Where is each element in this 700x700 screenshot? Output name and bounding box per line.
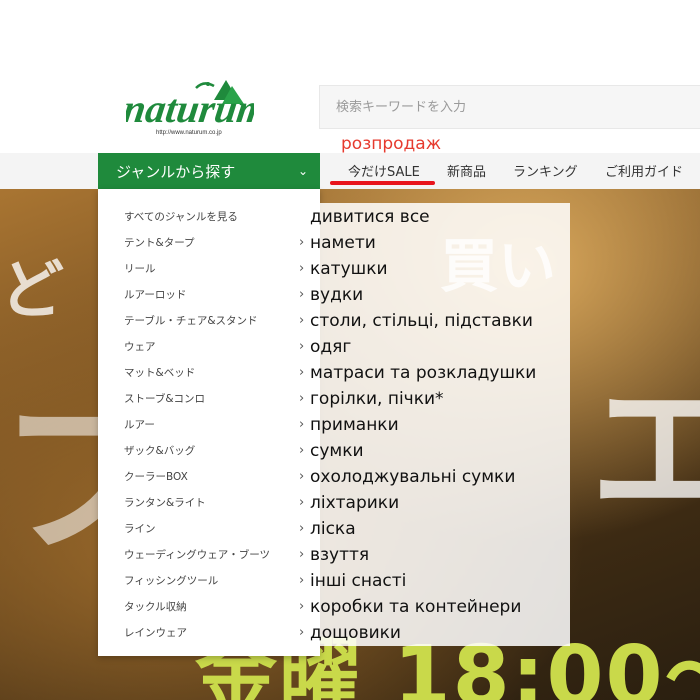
menu-item-tackle-storage[interactable]: タックル収納 <box>124 599 187 614</box>
menu-item-wading[interactable]: ウェーディングウェア・ブーツ <box>124 547 270 562</box>
menu-item-line[interactable]: ライン <box>124 521 156 536</box>
translation-item: катушки <box>310 259 388 279</box>
nav-guide[interactable]: ご利用ガイド <box>605 161 683 180</box>
chevron-right-icon: › <box>299 365 305 380</box>
nav-ranking[interactable]: ランキング <box>513 161 578 180</box>
chevron-right-icon: › <box>299 547 305 562</box>
menu-item-fishing-tool[interactable]: フィッシングツール <box>124 573 218 588</box>
logo-url: http://www.naturum.co.jp <box>156 130 222 136</box>
chevron-right-icon: › <box>299 339 305 354</box>
chevron-right-icon: › <box>299 287 305 302</box>
translation-item: намети <box>310 233 376 253</box>
menu-item-cooler[interactable]: クーラーBOX <box>124 469 188 484</box>
menu-item-lure[interactable]: ルアー <box>124 417 155 432</box>
menu-item-table-chair[interactable]: テーブル・チェア&スタンド <box>124 313 258 328</box>
translation-item: ліска <box>310 519 356 539</box>
nav-new-products[interactable]: 新商品 <box>447 161 486 180</box>
translation-item: одяг <box>310 337 352 357</box>
menu-item-wear[interactable]: ウェア <box>124 339 156 354</box>
genre-menu-button[interactable]: ジャンルから探す ⌄ <box>98 153 320 189</box>
sale-underline <box>330 181 435 185</box>
search-input[interactable] <box>334 98 700 116</box>
chevron-down-icon: ⌄ <box>297 164 308 178</box>
chevron-right-icon: › <box>299 417 305 432</box>
menu-item-all[interactable]: すべてのジャンルを見る <box>124 209 238 224</box>
chevron-right-icon: › <box>299 521 305 536</box>
menu-item-rainwear[interactable]: レインウェア <box>124 625 187 640</box>
translation-item: столи, стільці, підставки <box>310 311 533 331</box>
chevron-right-icon: › <box>299 391 305 406</box>
naturum-logo[interactable]: naturum http://www.naturum.co.jp <box>126 78 254 136</box>
translation-item: ліхтарики <box>310 493 400 513</box>
genre-dropdown-menu: すべてのジャンルを見る テント&タープ リール ルアーロッド テーブル・チェア&… <box>98 189 320 656</box>
menu-item-mat-bed[interactable]: マット&ベッド <box>124 365 195 380</box>
translation-item: коробки та контейнери <box>310 597 522 617</box>
menu-item-lure-rod[interactable]: ルアーロッド <box>124 287 186 302</box>
translation-item: матраси та розкладушки <box>310 363 537 383</box>
menu-item-stove[interactable]: ストーブ&コンロ <box>124 391 205 406</box>
search-box[interactable] <box>319 85 700 129</box>
translation-item: сумки <box>310 441 364 461</box>
translation-item: взуття <box>310 545 370 565</box>
menu-item-tent[interactable]: テント&タープ <box>124 235 195 250</box>
chevron-right-icon: › <box>299 495 305 510</box>
genre-menu-label: ジャンルから探す <box>116 162 236 181</box>
chevron-right-icon: › <box>299 625 305 640</box>
chevron-right-icon: › <box>299 469 305 484</box>
translation-item: охолоджувальні сумки <box>310 467 516 487</box>
translation-item: дивитися все <box>310 207 430 227</box>
sale-annotation: розпродаж <box>341 134 442 154</box>
menu-item-bag[interactable]: ザック&バッグ <box>124 443 195 458</box>
chevron-right-icon: › <box>299 443 305 458</box>
translation-item: горілки, пічки* <box>310 389 444 409</box>
logo-text: naturum <box>126 86 254 131</box>
translation-item: інші снасті <box>310 571 407 591</box>
chevron-right-icon: › <box>299 313 305 328</box>
translation-item: приманки <box>310 415 399 435</box>
translation-item: вудки <box>310 285 364 305</box>
chevron-right-icon: › <box>299 235 305 250</box>
nav-sale[interactable]: 今だけSALE <box>348 161 420 180</box>
chevron-right-icon: › <box>299 599 305 614</box>
chevron-right-icon: › <box>299 261 305 276</box>
menu-item-lantern[interactable]: ランタン&ライト <box>124 495 206 510</box>
translation-item: дощовики <box>310 623 401 643</box>
chevron-right-icon: › <box>299 573 305 588</box>
menu-item-reel[interactable]: リール <box>124 261 156 276</box>
